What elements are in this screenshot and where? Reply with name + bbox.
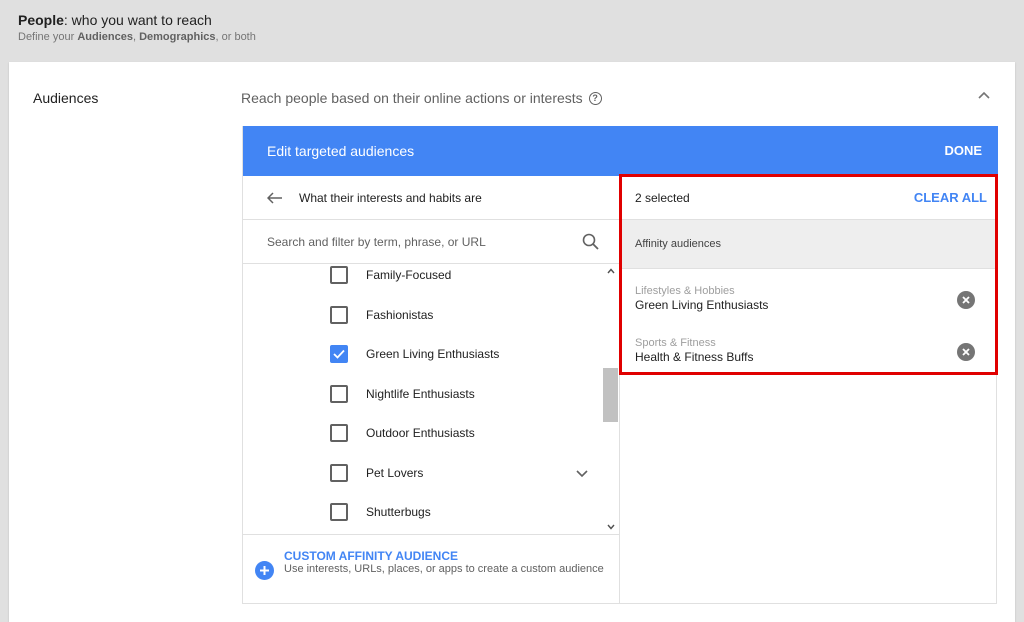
list-item-label: Pet Lovers: [366, 466, 424, 480]
editor-title: Edit targeted audiences: [267, 143, 415, 159]
people-header: People: who you want to reach Define you…: [18, 10, 256, 44]
list-item[interactable]: Green Living Enthusiasts: [330, 343, 590, 365]
checkbox[interactable]: [330, 306, 348, 324]
editor-header-bar: Edit targeted audiences DONE: [243, 126, 998, 176]
done-button[interactable]: DONE: [944, 143, 982, 158]
arrow-back-icon[interactable]: [263, 186, 287, 210]
checkbox[interactable]: [330, 503, 348, 521]
section-description-text: Reach people based on their online actio…: [241, 90, 583, 106]
checkbox-checked[interactable]: [330, 345, 348, 363]
selected-item: Lifestyles & Hobbies Green Living Enthus…: [635, 284, 980, 318]
list-item-label: Family-Focused: [366, 268, 452, 282]
chevron-up-icon[interactable]: [973, 84, 995, 106]
people-subtitle: Define your Audiences, Demographics, or …: [18, 31, 256, 43]
chevron-down-icon[interactable]: [574, 465, 590, 481]
check-icon: [333, 349, 345, 359]
scrollbar-thumb[interactable]: [603, 368, 618, 422]
section-description: Reach people based on their online actio…: [241, 90, 602, 106]
custom-affinity-row: CUSTOM AFFINITY AUDIENCE Use interests, …: [243, 534, 619, 604]
affinity-group-header: Affinity audiences: [620, 220, 997, 269]
list-item[interactable]: Shutterbugs: [330, 501, 590, 523]
browse-category-label: What their interests and habits are: [299, 190, 482, 205]
section-label: Audiences: [33, 90, 99, 106]
audience-editor: Edit targeted audiences DONE What their …: [242, 126, 998, 604]
help-circle-icon[interactable]: ?: [588, 91, 602, 105]
add-circle-icon[interactable]: [255, 561, 274, 580]
scroll-down-icon[interactable]: [602, 520, 619, 534]
remove-circle-icon[interactable]: [957, 291, 975, 309]
people-title: People: who you want to reach: [18, 12, 212, 28]
custom-affinity-description: Use interests, URLs, places, or apps to …: [284, 563, 604, 575]
checkbox[interactable]: [330, 266, 348, 284]
list-scrollbar[interactable]: [602, 264, 619, 534]
list-item[interactable]: Nightlife Enthusiasts: [330, 383, 590, 405]
selected-count: 2 selected: [635, 190, 690, 205]
selected-item: Sports & Fitness Health & Fitness Buffs: [635, 336, 980, 370]
search-row: [243, 220, 619, 264]
list-item[interactable]: Pet Lovers: [330, 462, 590, 484]
selected-header: 2 selected CLEAR ALL: [620, 176, 997, 220]
checkbox[interactable]: [330, 424, 348, 442]
audience-list: Family-Focused Fashionistas Green Living…: [243, 264, 619, 534]
search-icon[interactable]: [581, 232, 601, 252]
list-item[interactable]: Fashionistas: [330, 304, 590, 326]
checkbox[interactable]: [330, 385, 348, 403]
list-item-label: Nightlife Enthusiasts: [366, 387, 475, 401]
remove-circle-icon[interactable]: [957, 343, 975, 361]
selected-item-name: Health & Fitness Buffs: [635, 350, 754, 364]
clear-all-button[interactable]: CLEAR ALL: [914, 190, 987, 205]
scroll-up-icon[interactable]: [602, 264, 619, 278]
selected-item-category: Sports & Fitness: [635, 337, 716, 349]
list-item-label: Fashionistas: [366, 308, 434, 322]
list-item[interactable]: Family-Focused: [330, 264, 590, 286]
audiences-card: Audiences Reach people based on their on…: [9, 62, 1015, 622]
checkbox[interactable]: [330, 464, 348, 482]
selected-pane: 2 selected CLEAR ALL Affinity audiences …: [620, 176, 997, 604]
selected-item-category: Lifestyles & Hobbies: [635, 285, 735, 297]
custom-affinity-audience-link[interactable]: CUSTOM AFFINITY AUDIENCE: [284, 549, 458, 563]
list-item-label: Outdoor Enthusiasts: [366, 426, 475, 440]
list-item-label: Green Living Enthusiasts: [366, 347, 500, 361]
browse-pane: What their interests and habits are Fami…: [243, 176, 620, 604]
list-item-label: Shutterbugs: [366, 505, 431, 519]
affinity-group-label: Affinity audiences: [635, 238, 722, 250]
browse-back-row: What their interests and habits are: [243, 176, 619, 220]
list-item[interactable]: Outdoor Enthusiasts: [330, 422, 590, 444]
search-input[interactable]: [267, 234, 567, 249]
selected-item-name: Green Living Enthusiasts: [635, 298, 769, 312]
